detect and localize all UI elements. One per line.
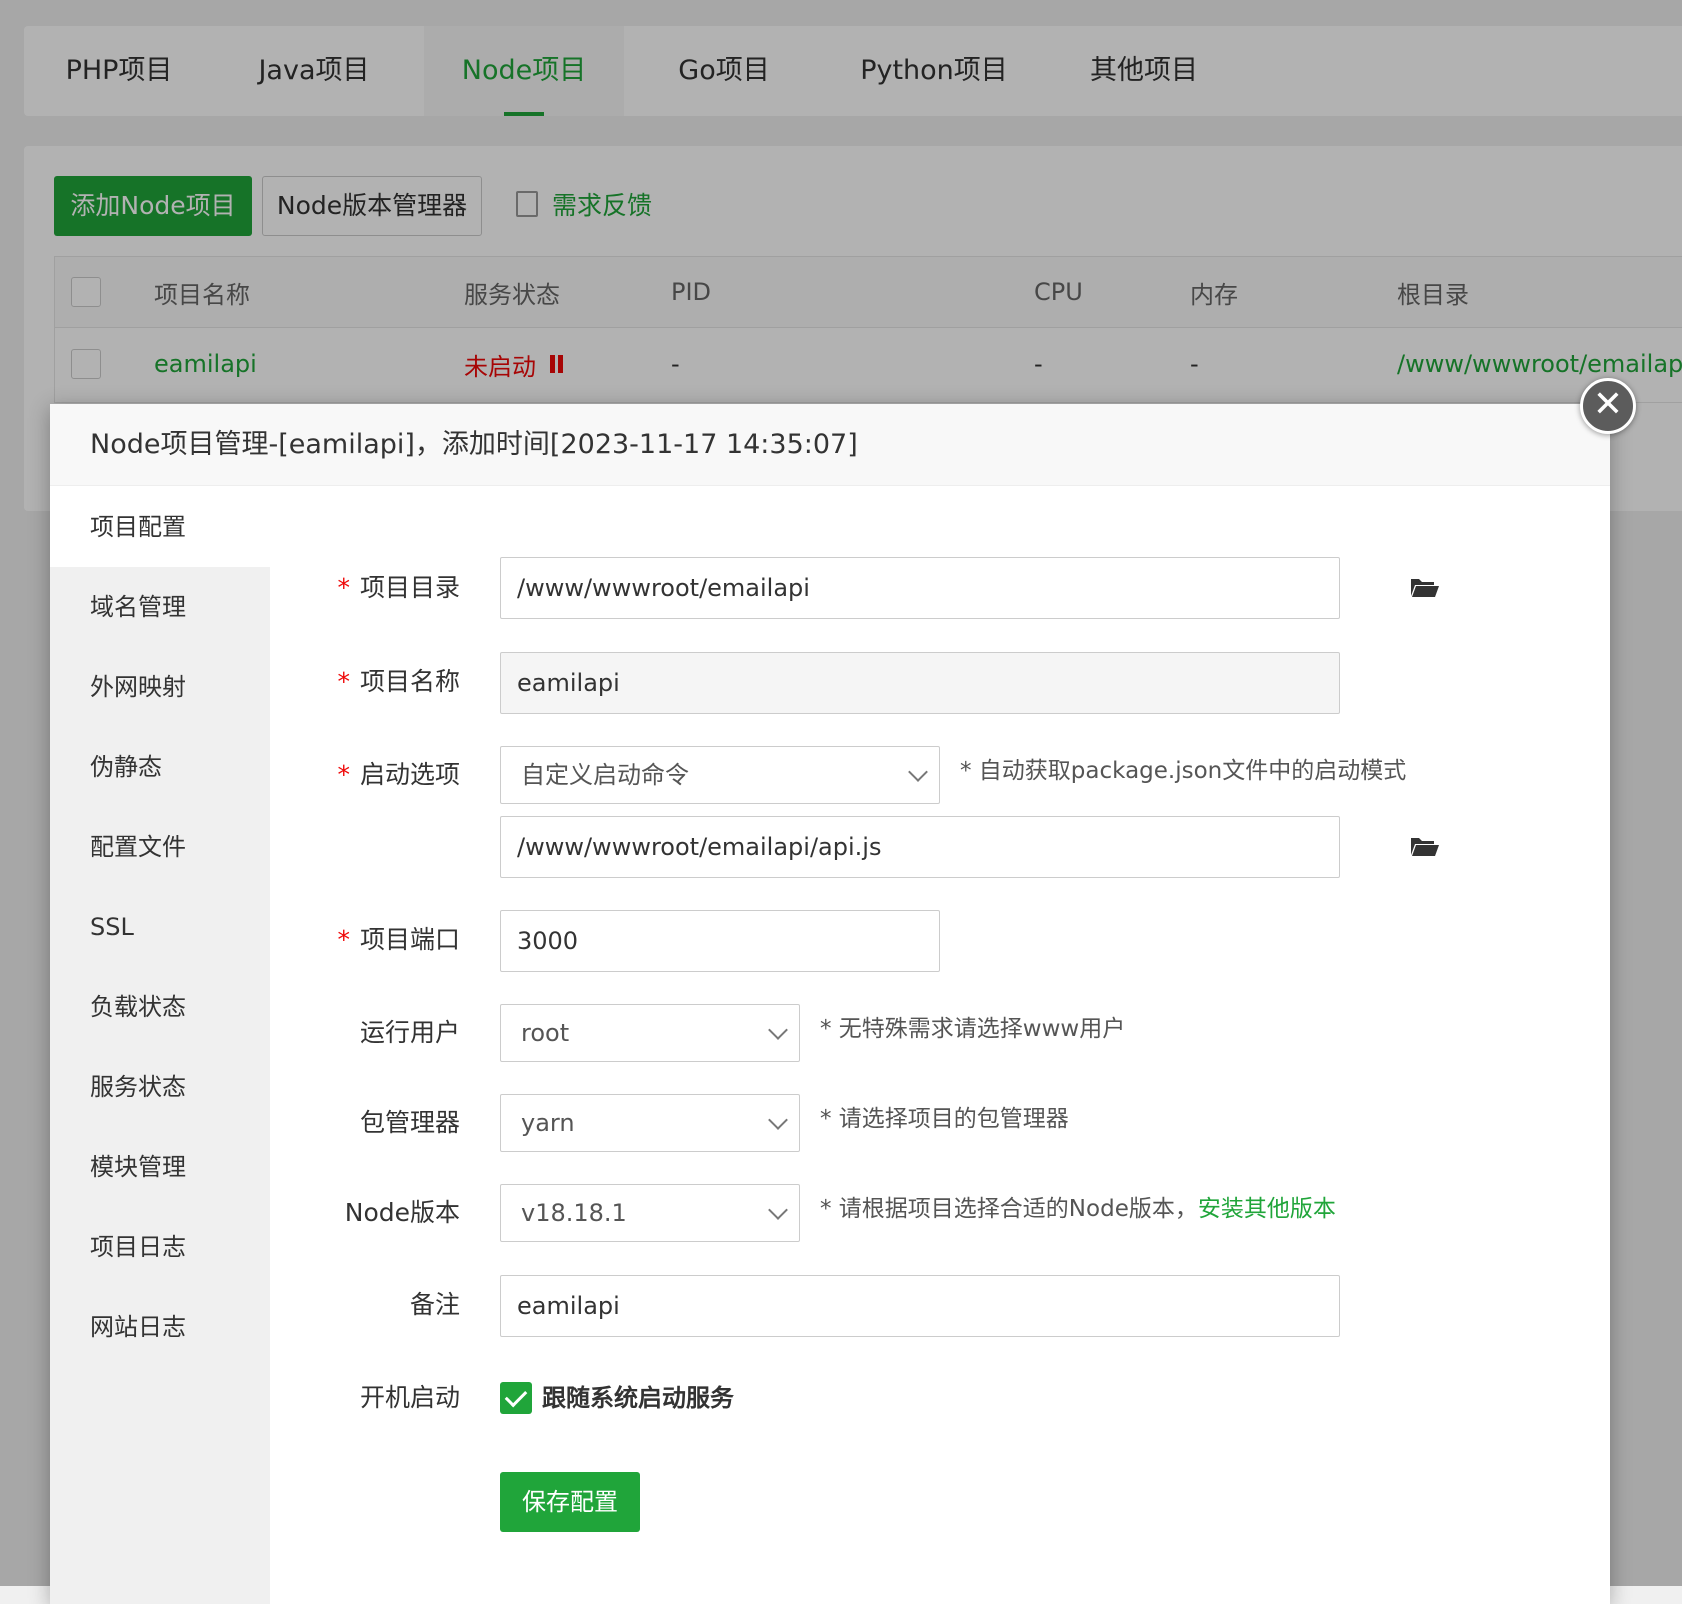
- autostart-checkbox[interactable]: [500, 1382, 532, 1414]
- modal-title: Node项目管理-[eamilapi]，添加时间[2023-11-17 14:3…: [50, 404, 1610, 486]
- remark-input[interactable]: eamilapi: [500, 1275, 1340, 1337]
- pkg-manager-hint: * 请选择项目的包管理器: [820, 1106, 1069, 1132]
- start-command-input[interactable]: /www/wwwroot/emailapi/api.js: [500, 816, 1340, 878]
- sidebar-item-service-status[interactable]: 服务状态: [50, 1047, 270, 1127]
- port-input[interactable]: 3000: [500, 910, 940, 972]
- folder-open-icon[interactable]: [1410, 835, 1440, 857]
- autostart-label: 开机启动: [359, 1383, 460, 1412]
- port-label: * 项目端口: [337, 925, 460, 954]
- start-option-hint: * 自动获取package.json文件中的启动模式: [960, 758, 1407, 784]
- node-version-select[interactable]: v18.18.1: [500, 1184, 800, 1242]
- close-icon[interactable]: ✕: [1580, 378, 1636, 434]
- project-config-form: * 项目目录 /www/wwwroot/emailapi * 项目名称 eamila…: [270, 487, 1610, 1604]
- run-user-label: 运行用户: [359, 1018, 460, 1047]
- sidebar-item-ssl[interactable]: SSL: [50, 887, 270, 967]
- node-version-hint: * 请根据项目选择合适的Node版本，安装其他版本: [820, 1196, 1336, 1222]
- sidebar-item-rewrite[interactable]: 伪静态: [50, 727, 270, 807]
- remark-label: 备注: [409, 1290, 460, 1319]
- node-version-label: Node版本: [344, 1198, 460, 1227]
- chevron-down-icon: [768, 1110, 788, 1130]
- run-user-value: root: [521, 1019, 570, 1047]
- start-option-select[interactable]: 自定义启动命令: [500, 746, 940, 804]
- sidebar-item-load-status[interactable]: 负载状态: [50, 967, 270, 1047]
- start-option-value: 自定义启动命令: [521, 761, 689, 789]
- pkg-manager-label: 包管理器: [359, 1108, 460, 1137]
- save-config-button[interactable]: 保存配置: [500, 1472, 640, 1532]
- project-name-label: * 项目名称: [337, 667, 460, 696]
- chevron-down-icon: [768, 1200, 788, 1220]
- run-user-select[interactable]: root: [500, 1004, 800, 1062]
- project-manage-modal: Node项目管理-[eamilapi]，添加时间[2023-11-17 14:3…: [50, 378, 1636, 1604]
- modal-sidebar: 项目配置 域名管理 外网映射 伪静态 配置文件 SSL 负载状态 服务状态 模块…: [50, 487, 270, 1604]
- sidebar-item-config-file[interactable]: 配置文件: [50, 807, 270, 887]
- sidebar-item-site-log[interactable]: 网站日志: [50, 1287, 270, 1367]
- run-user-hint: * 无特殊需求请选择www用户: [820, 1016, 1126, 1042]
- pkg-manager-select[interactable]: yarn: [500, 1094, 800, 1152]
- folder-open-icon[interactable]: [1410, 576, 1440, 598]
- project-dir-input[interactable]: /www/wwwroot/emailapi: [500, 557, 1340, 619]
- start-option-label: * 启动选项: [337, 760, 460, 789]
- chevron-down-icon: [908, 762, 928, 782]
- autostart-text[interactable]: 跟随系统启动服务: [542, 1378, 734, 1418]
- project-name-input[interactable]: eamilapi: [500, 652, 1340, 714]
- sidebar-item-project-log[interactable]: 项目日志: [50, 1207, 270, 1287]
- chevron-down-icon: [768, 1020, 788, 1040]
- sidebar-item-modules[interactable]: 模块管理: [50, 1127, 270, 1207]
- project-dir-label: * 项目目录: [337, 573, 460, 602]
- sidebar-item-external-mapping[interactable]: 外网映射: [50, 647, 270, 727]
- sidebar-item-project-config[interactable]: 项目配置: [50, 487, 270, 567]
- pkg-manager-value: yarn: [521, 1109, 575, 1137]
- sidebar-item-domain[interactable]: 域名管理: [50, 567, 270, 647]
- node-version-value: v18.18.1: [521, 1199, 627, 1227]
- install-other-version-link[interactable]: 安装其他版本: [1198, 1196, 1336, 1222]
